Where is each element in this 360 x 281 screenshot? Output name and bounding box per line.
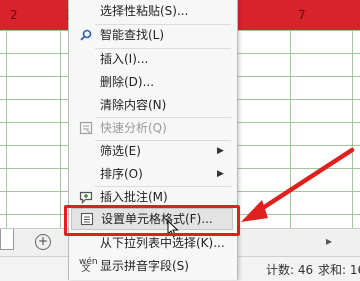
menu-item-label: 智能查找(L) [100,28,165,42]
scroll-right-icon[interactable]: ▸ [326,234,332,248]
menu-item-label: 插入(I)... [100,52,149,66]
grid-line [6,30,7,230]
grid-line [352,30,353,230]
grid-line [60,30,61,230]
menu-item-label: 显示拼音字段(S) [100,259,189,273]
search-icon [79,28,93,42]
menu-item-label: 筛选(E) [100,144,141,158]
status-count: 计数: 46 [266,263,314,277]
menu-item-label: 清除内容(N) [100,98,167,112]
menu-item-label: 从下拉列表中选择(K)... [100,236,225,250]
menu-item-quick-analysis[interactable]: 快速分析(Q) [69,118,237,138]
menu-item-label: 排序(O) [100,167,143,181]
comment-icon [79,190,93,204]
menu-item-label: 快速分析(Q) [100,121,167,135]
menu-item-insert[interactable]: 插入(I)... [69,49,237,69]
paste-special-icon [79,4,93,18]
highlight-annotation-box [64,205,240,236]
add-sheet-icon[interactable]: + [35,234,51,250]
sheet-tab[interactable] [0,229,14,250]
column-header[interactable]: 2 [10,8,18,22]
column-header[interactable]: 7 [298,8,306,22]
menu-item-paste-special[interactable]: 选择性粘贴(S)... [69,1,237,21]
menu-item-pick-from-dropdown[interactable]: 从下拉列表中选择(K)... [69,233,237,253]
quick-analysis-icon [79,121,93,135]
menu-item-sort[interactable]: 排序(O) ▶ [69,164,237,184]
menu-item-insert-comment[interactable]: 插入批注(M) [69,187,237,207]
menu-item-label: 删除(D)... [100,75,155,89]
menu-item-label: 插入批注(M) [100,190,168,204]
menu-item-delete[interactable]: 删除(D)... [69,72,237,92]
menu-item-filter[interactable]: 筛选(E) ▶ [69,141,237,161]
menu-item-label: 选择性粘贴(S)... [100,4,189,18]
phonetic-icon: wén 文 [79,257,98,274]
context-menu: 选择性粘贴(S)... 智能查找(L) 插入(I)... 删除(D)... 清除… [68,0,238,280]
menu-item-smart-lookup[interactable]: 智能查找(L) [69,25,237,45]
grid-line [290,30,291,230]
menu-item-clear-contents[interactable]: 清除内容(N) [69,95,237,115]
menu-item-show-phonetic[interactable]: wén 文 显示拼音字段(S) [69,256,237,276]
status-sum: 求和: 168 [318,263,360,277]
submenu-arrow-icon: ▶ [217,169,224,179]
submenu-arrow-icon: ▶ [217,146,224,156]
